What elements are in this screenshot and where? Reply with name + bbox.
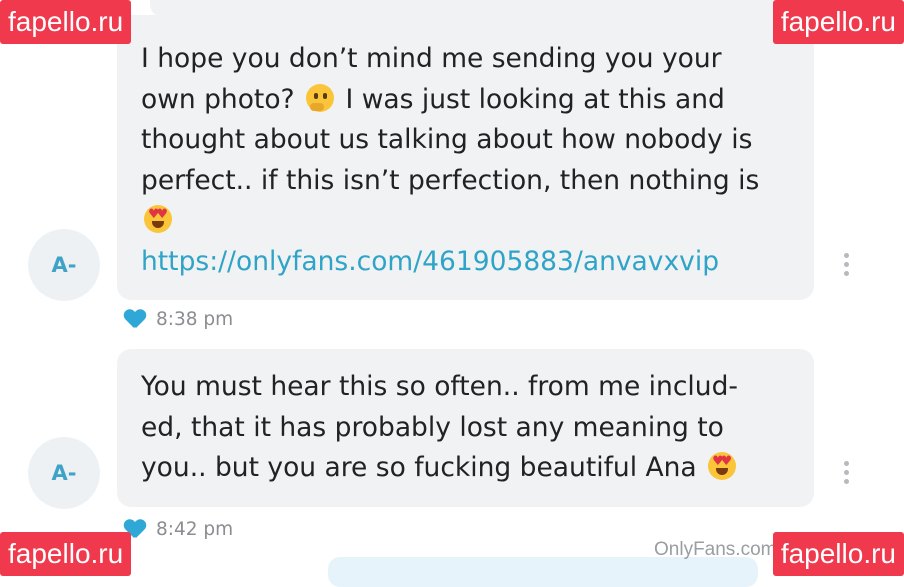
avatar[interactable]: A-: [28, 229, 100, 301]
avatar[interactable]: A-: [28, 437, 100, 509]
message-bubble[interactable]: You must hear this so often.. from me in…: [117, 349, 814, 507]
heart-icon[interactable]: [124, 310, 146, 330]
heart-eyes-emoji: [708, 452, 737, 480]
message-text: I hope you don’t mind me sending you you…: [141, 39, 790, 242]
message-meta: 8:38 pm: [124, 309, 233, 330]
message-text: You must hear this so often.. from me in…: [141, 367, 790, 489]
message-bubble[interactable]: I hope you don’t mind me sending you you…: [117, 15, 814, 300]
message-time: 8:42 pm: [156, 519, 234, 540]
watermark: fapello.ru: [772, 532, 904, 576]
message-time: 8:38 pm: [156, 309, 234, 330]
message-meta: 8:42 pm: [124, 519, 233, 540]
next-message-bubble-edge: [328, 557, 758, 587]
heart-eyes-emoji: [144, 205, 172, 233]
watermark: fapello.ru: [0, 0, 132, 44]
watermark: fapello.ru: [772, 0, 904, 44]
watermark: fapello.ru: [0, 532, 132, 576]
more-options-icon[interactable]: [843, 253, 849, 276]
message-link[interactable]: https://onlyfans.com/461905883/anvavxvip: [141, 242, 790, 283]
thinking-face-emoji: [306, 83, 335, 112]
more-options-icon[interactable]: [843, 461, 849, 484]
